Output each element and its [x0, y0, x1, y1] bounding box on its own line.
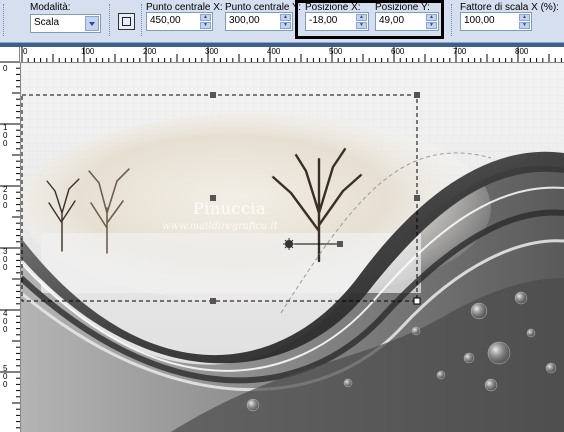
toolbar-grip[interactable] — [109, 4, 113, 36]
mode-select[interactable]: Scala — [30, 14, 101, 33]
ruler-number: 5 0 0 — [3, 364, 8, 389]
spin-up-icon[interactable]: ▲ — [280, 14, 291, 21]
toolbar-grip[interactable] — [3, 4, 7, 36]
center-y-value: 300,00 — [229, 15, 260, 26]
toolbar-grip[interactable] — [141, 4, 145, 36]
spin-up-icon[interactable]: ▲ — [200, 14, 211, 21]
image-canvas[interactable]: Pinuccia www.maildiregrafica.it — [21, 63, 564, 432]
center-x-value: 450,00 — [150, 15, 181, 26]
spin-down-icon[interactable]: ▼ — [280, 22, 291, 29]
horizontal-ruler[interactable]: 0 100 200 300 400 500 600 700 800 — [20, 47, 564, 63]
center-y-input[interactable]: 300,00 ▲ ▼ — [225, 12, 293, 31]
ruler-number: 4 0 0 — [3, 309, 8, 334]
ruler-number: 300 — [205, 47, 219, 56]
watermark-name: Pinuccia — [193, 199, 267, 218]
center-x-input[interactable]: 450,00 ▲ ▼ — [146, 12, 213, 31]
vertical-ruler[interactable]: 0 1 0 0 2 0 0 3 0 0 4 0 0 5 0 0 — [0, 62, 21, 432]
ruler-corner — [0, 47, 20, 62]
spin-down-icon[interactable]: ▼ — [519, 22, 530, 29]
tool-options-bar: Modalità: Scala Punto centrale X: 450,00… — [0, 0, 564, 43]
ruler-number: 2 0 0 — [3, 185, 8, 210]
preset-button[interactable] — [118, 13, 135, 30]
spin-up-icon[interactable]: ▲ — [519, 14, 530, 21]
ruler-number: 3 0 0 — [3, 247, 8, 272]
ruler-number: 0 — [23, 47, 28, 56]
artwork — [21, 63, 564, 432]
ruler-ticks — [21, 47, 562, 62]
scale-x-value: 100,00 — [464, 15, 495, 26]
scale-x-input[interactable]: 100,00 ▲ ▼ — [460, 12, 532, 31]
ruler-number: 600 — [391, 47, 405, 56]
ruler-number: 100 — [81, 47, 95, 56]
mode-select-value: Scala — [34, 17, 60, 28]
ruler-number: 700 — [453, 47, 467, 56]
ruler-number: 400 — [267, 47, 281, 56]
toolbar-grip[interactable] — [451, 4, 455, 36]
ruler-number: 500 — [329, 47, 343, 56]
ruler-number: 800 — [515, 47, 529, 56]
ruler-number: 1 0 0 — [3, 123, 8, 148]
spin-down-icon[interactable]: ▼ — [200, 22, 211, 29]
mode-label: Modalità: — [30, 2, 71, 13]
ruler-number: 0 — [3, 64, 8, 73]
position-highlight-box — [295, 0, 444, 39]
ruler-number: 200 — [143, 47, 157, 56]
chevron-down-icon[interactable] — [85, 16, 99, 31]
watermark-url: www.maildiregrafica.it — [162, 221, 278, 232]
